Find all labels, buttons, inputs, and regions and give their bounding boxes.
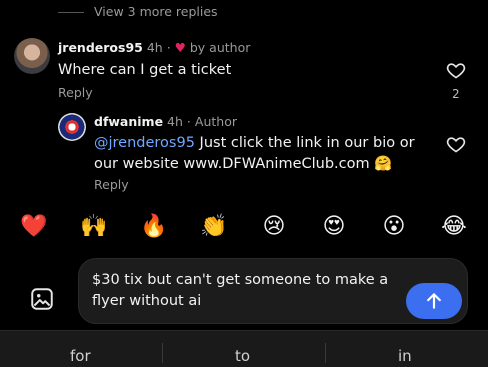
comment2-text: @jrenderos95 Just click the link in our … xyxy=(94,133,424,175)
comment-input-text[interactable]: $30 tix but can't get someone to make a … xyxy=(92,270,392,312)
add-image-button[interactable] xyxy=(26,283,58,315)
suggestion-divider xyxy=(162,343,163,363)
comment1-like-heart-icon[interactable] xyxy=(446,60,466,80)
suggestion-3[interactable]: in xyxy=(398,347,412,365)
separator-dot: · xyxy=(166,40,171,55)
image-icon xyxy=(31,288,53,310)
reaction-laughing-face[interactable]: 😂 xyxy=(438,210,470,242)
liked-by-author-heart-icon: ♥ xyxy=(174,40,186,55)
comment1-username[interactable]: jrenderos95 xyxy=(58,40,143,55)
reaction-surprised-face[interactable]: 😮 xyxy=(378,210,410,242)
comment1-text: Where can I get a ticket xyxy=(58,62,232,78)
view-more-replies[interactable]: View 3 more replies xyxy=(58,4,218,19)
reaction-crying-face[interactable]: 😢 xyxy=(258,210,290,242)
comment2-meta: dfwanime 4h · Author xyxy=(94,114,237,129)
send-button[interactable] xyxy=(406,283,462,319)
thread-line xyxy=(58,12,84,13)
reaction-fire[interactable]: 🔥 xyxy=(138,210,170,242)
comment2-reply-button[interactable]: Reply xyxy=(94,177,129,192)
comment1-like-count: 2 xyxy=(452,87,460,101)
avatar-jrenderos95[interactable] xyxy=(14,38,50,74)
avatar-dfwanime[interactable] xyxy=(58,113,86,141)
comment2-time: 4h xyxy=(167,114,183,129)
comment1-meta: jrenderos95 4h · ♥ by author xyxy=(58,40,250,55)
comment2-username[interactable]: dfwanime xyxy=(94,114,163,129)
comment1-time: 4h xyxy=(146,40,163,55)
arrow-up-icon xyxy=(427,293,441,309)
hugging-face-emoji: 🤗 xyxy=(374,156,393,172)
reaction-red-heart[interactable]: ❤️ xyxy=(18,210,50,242)
reaction-raising-hands[interactable]: 🙌 xyxy=(78,210,110,242)
view-more-label: View 3 more replies xyxy=(94,4,218,19)
suggestion-divider xyxy=(325,343,326,363)
reaction-clapping-hands[interactable]: 👏 xyxy=(198,210,230,242)
mention-link[interactable]: @jrenderos95 xyxy=(94,135,195,151)
suggestion-2[interactable]: to xyxy=(235,347,250,365)
keyboard-suggestion-bar: for to in xyxy=(0,330,488,367)
comment1-reply-button[interactable]: Reply xyxy=(58,85,93,100)
comment2-like-heart-icon[interactable] xyxy=(446,134,466,154)
reaction-bar: ❤️ 🙌 🔥 👏 😢 😍 😮 😂 xyxy=(0,210,488,250)
author-badge: Author xyxy=(194,114,237,129)
suggestion-1[interactable]: for xyxy=(70,347,91,365)
comment1-liked-by: by author xyxy=(189,40,251,55)
separator-dot: · xyxy=(186,114,191,129)
reaction-heart-eyes[interactable]: 😍 xyxy=(318,210,350,242)
